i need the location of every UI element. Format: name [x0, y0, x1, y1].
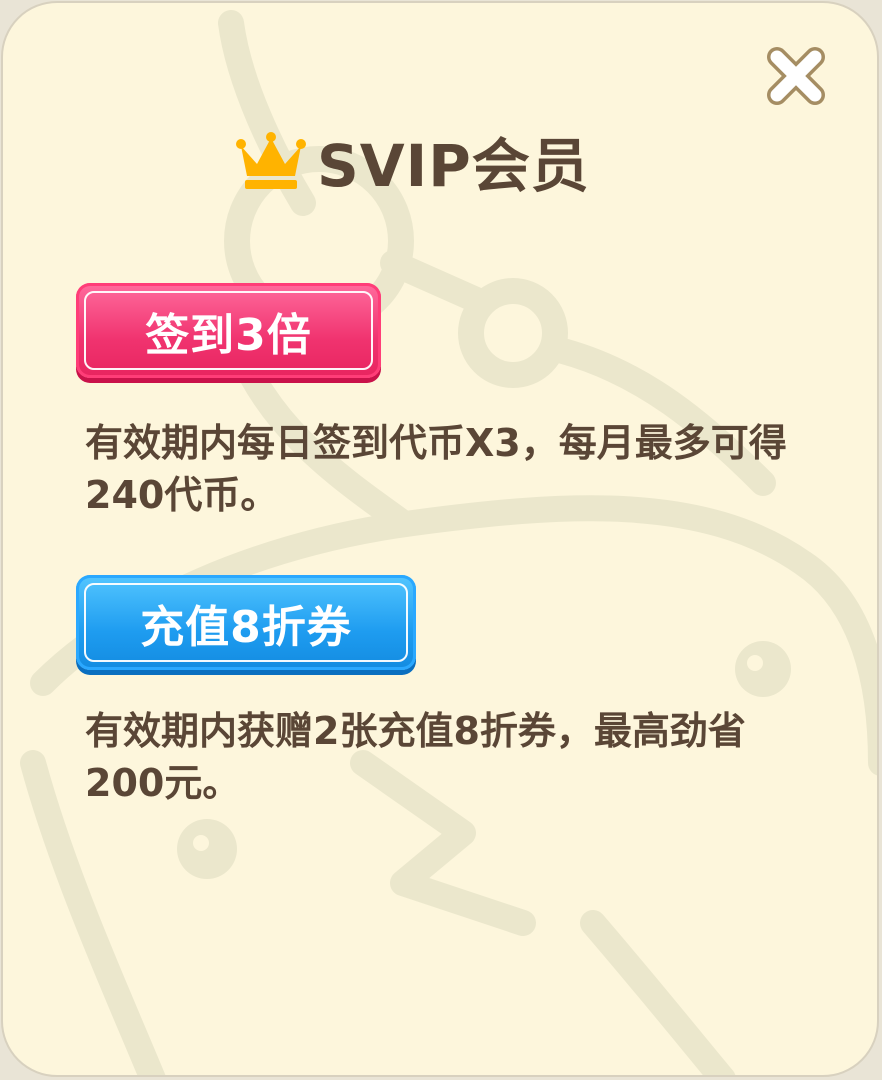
close-icon: [767, 47, 825, 105]
benefit-tag-label: 充值8折券: [140, 601, 352, 653]
svip-dialog: SVIP会员 签到3倍 有效期内每日签到代币X3，每月最多可得240代币。 充值…: [1, 1, 879, 1077]
close-button[interactable]: [763, 43, 829, 109]
benefit-description-checkin: 有效期内每日签到代币X3，每月最多可得240代币。: [85, 421, 787, 517]
benefit-tag-label: 签到3倍: [145, 309, 312, 361]
dialog-title: SVIP会员: [317, 132, 590, 200]
benefit-tag-checkin: 签到3倍: [76, 283, 381, 378]
crown-icon: [236, 132, 306, 189]
benefit-description-coupon: 有效期内获赠2张充值8折券，最高劲省200元。: [85, 709, 746, 805]
dialog-header: SVIP会员: [235, 121, 590, 201]
benefit-tag-coupon: 充值8折券: [76, 575, 416, 670]
